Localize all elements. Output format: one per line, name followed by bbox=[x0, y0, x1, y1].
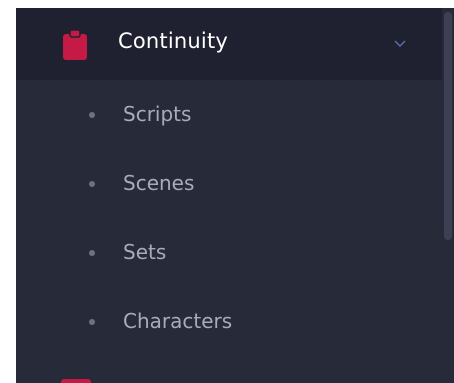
chevron-down-icon[interactable] bbox=[394, 40, 406, 48]
menu-group-continuity[interactable]: Continuity bbox=[16, 8, 442, 80]
submenu-item-scenes[interactable]: Scenes bbox=[16, 159, 442, 209]
bullet-icon bbox=[89, 250, 95, 256]
submenu-item-label: Scenes bbox=[123, 171, 195, 195]
bullet-icon bbox=[89, 319, 95, 325]
submenu-item-sets[interactable]: Sets bbox=[16, 228, 442, 278]
bullet-icon bbox=[89, 181, 95, 187]
scrollbar-thumb[interactable] bbox=[444, 12, 452, 240]
submenu-item-label: Characters bbox=[123, 309, 233, 333]
scrollbar[interactable] bbox=[442, 8, 454, 383]
sidebar: Continuity Scripts Scenes Sets Character… bbox=[16, 8, 454, 383]
next-menu-icon bbox=[61, 379, 91, 383]
submenu-item-scripts[interactable]: Scripts bbox=[16, 90, 442, 140]
bullet-icon bbox=[89, 112, 95, 118]
submenu-item-characters[interactable]: Characters bbox=[16, 297, 442, 347]
submenu-item-label: Sets bbox=[123, 240, 167, 264]
menu-group-title: Continuity bbox=[118, 29, 229, 53]
clipboard-icon bbox=[63, 30, 87, 60]
submenu-item-label: Scripts bbox=[123, 102, 192, 126]
